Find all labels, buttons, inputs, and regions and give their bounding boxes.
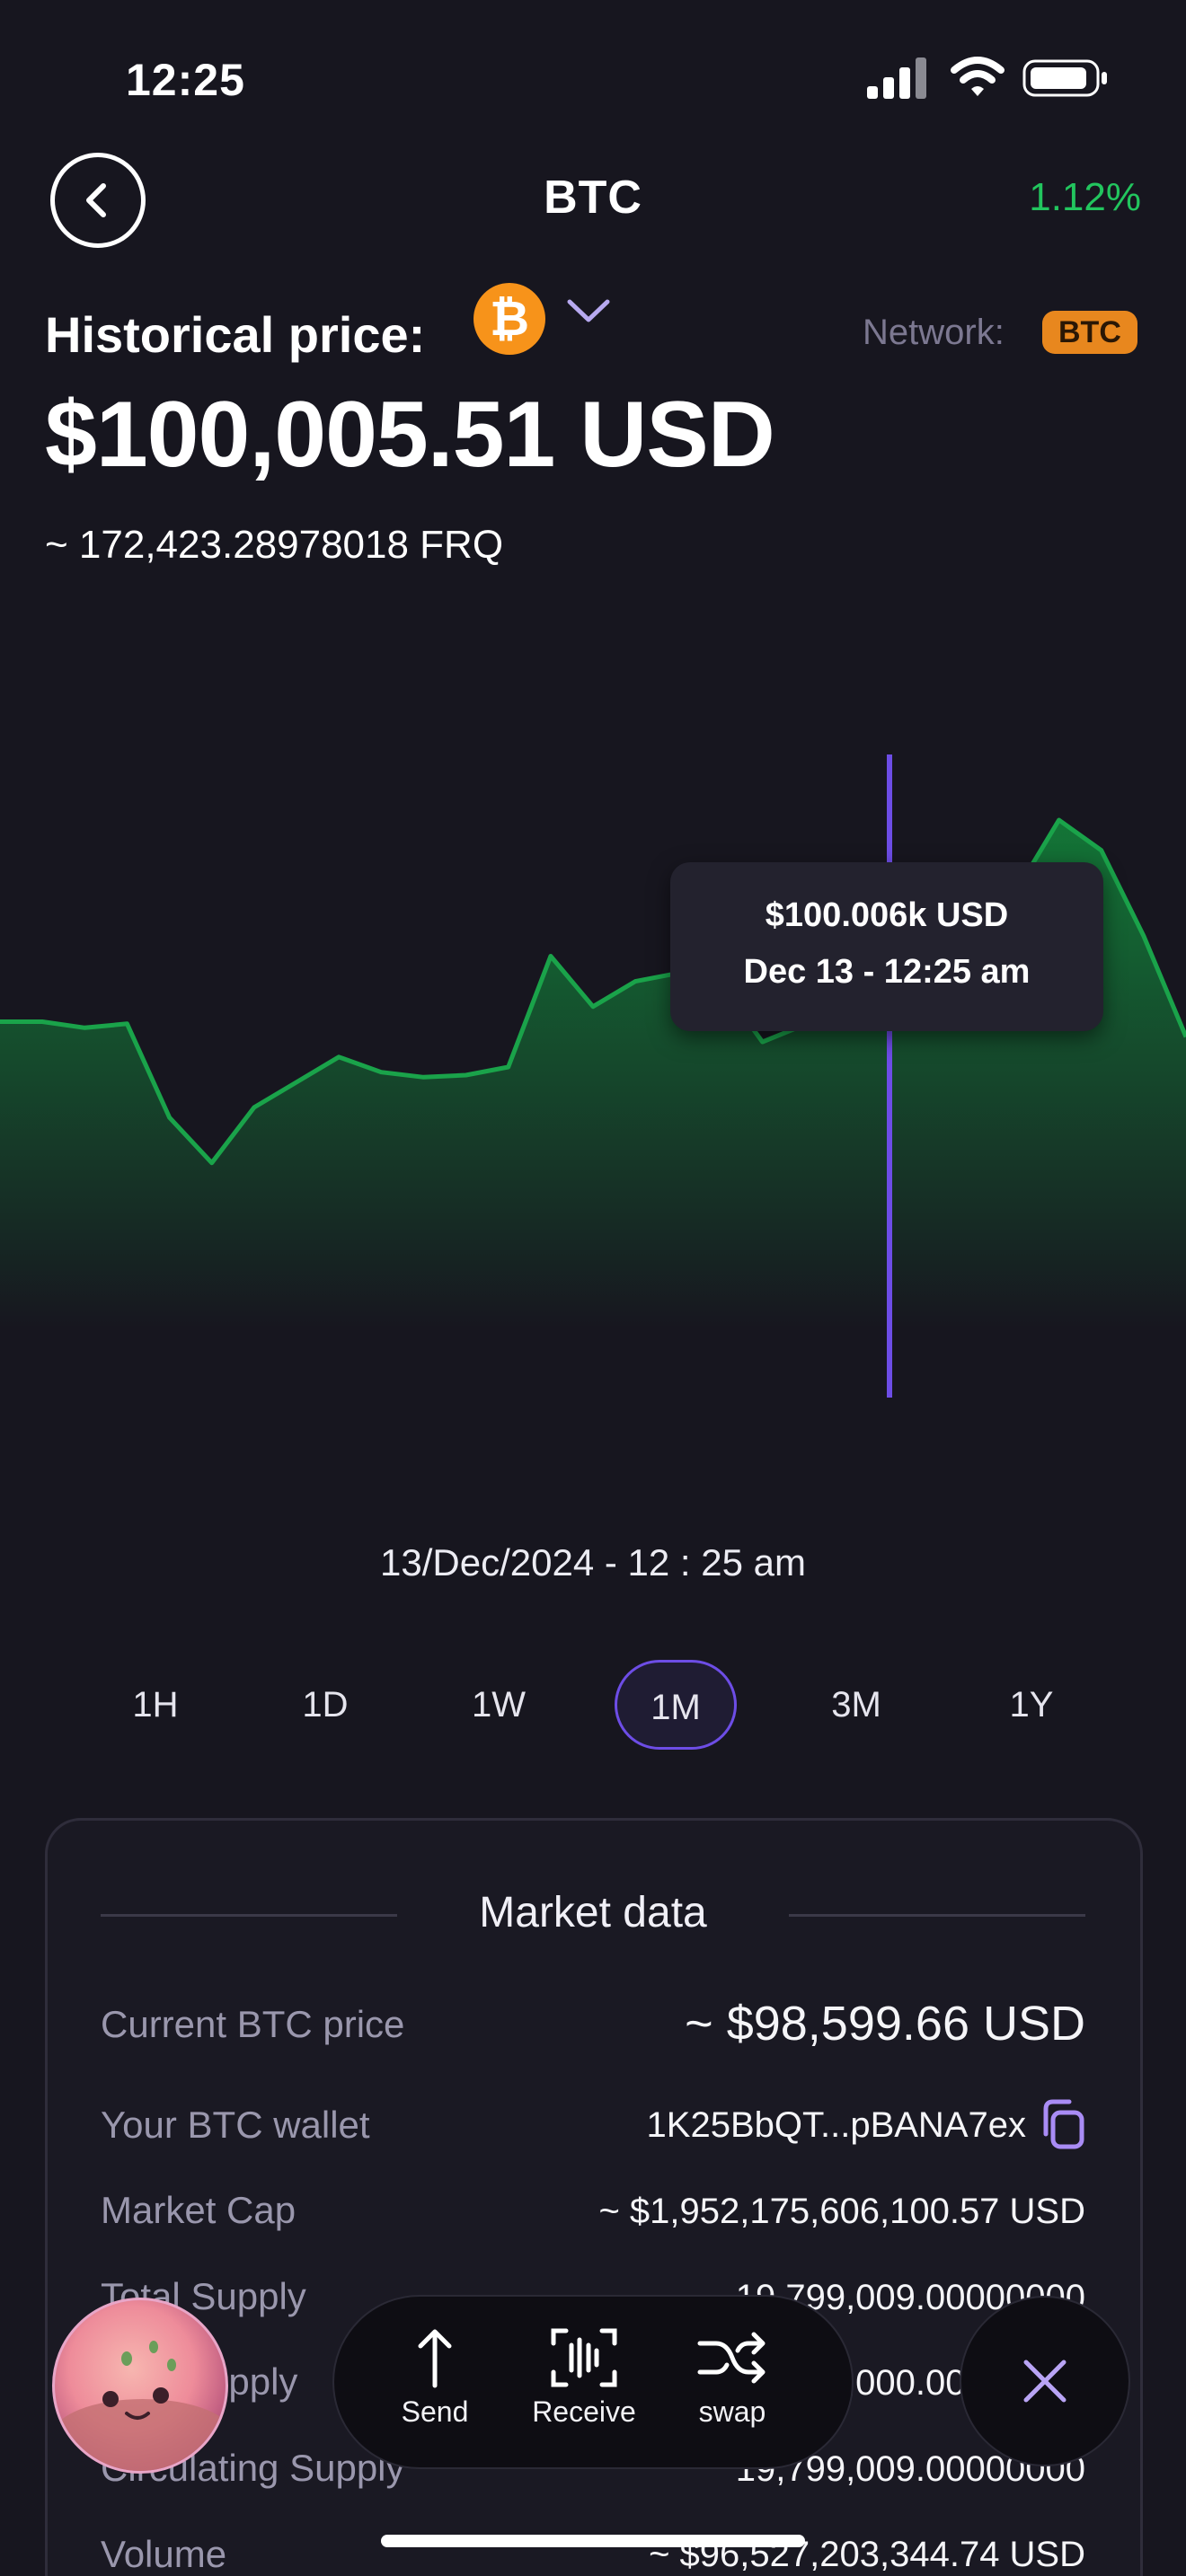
- swap-shuffle-icon: [697, 2332, 766, 2384]
- tooltip-value: $100.006k USD: [765, 896, 1009, 934]
- avatar[interactable]: [52, 2298, 228, 2474]
- selected-datetime: 13/Dec/2024 - 12 : 25 am: [380, 1541, 806, 1584]
- back-button[interactable]: [50, 153, 146, 248]
- floating-action-bar: Send Receive swap: [332, 2295, 854, 2469]
- tab-1d[interactable]: 1D: [264, 1660, 386, 1750]
- bitcoin-icon[interactable]: ₿: [474, 283, 545, 355]
- home-indicator[interactable]: [381, 2535, 805, 2547]
- converted-price: ~ 172,423.28978018 FRQ: [45, 523, 504, 567]
- wallet-address[interactable]: 1K25BbQT...pBANA7ex: [647, 2105, 1026, 2146]
- receive-scan-icon: [551, 2328, 617, 2387]
- network-badge: BTC: [1042, 311, 1137, 354]
- receive-label: Receive: [532, 2395, 636, 2428]
- tab-1m[interactable]: 1M: [615, 1660, 737, 1750]
- status-time: 12:25: [126, 55, 245, 105]
- timeframe-tabs: 1H 1D 1W 1M 3M 1Y: [63, 1660, 1123, 1750]
- market-cap-label: Market Cap: [101, 2189, 296, 2231]
- tab-1y[interactable]: 1Y: [970, 1660, 1093, 1750]
- chart-tooltip: $100.006k USD Dec 13 - 12:25 am: [670, 862, 1103, 1031]
- tab-1h[interactable]: 1H: [94, 1660, 217, 1750]
- page-title: BTC: [544, 172, 642, 224]
- close-icon: [1023, 2360, 1067, 2403]
- price-change: 1.12%: [1029, 175, 1141, 219]
- wallet-label: Your BTC wallet: [101, 2104, 370, 2146]
- send-label: Send: [401, 2395, 469, 2428]
- swap-button[interactable]: swap: [656, 2320, 809, 2429]
- market-data-title: Market data: [479, 1889, 707, 1936]
- current-price-value: ~ $98,599.66 USD: [685, 1997, 1085, 2051]
- battery-icon: [1022, 59, 1107, 97]
- tab-1w[interactable]: 1W: [438, 1660, 560, 1750]
- copy-icon[interactable]: [1039, 2098, 1087, 2150]
- avatar-face-icon: [55, 2341, 226, 2471]
- historical-price-label: Historical price:: [45, 306, 426, 363]
- tab-3m[interactable]: 3M: [795, 1660, 917, 1750]
- send-arrow-icon: [418, 2329, 452, 2388]
- back-arrow-icon: [86, 183, 106, 217]
- market-cap-value: ~ $1,952,175,606,100.57 USD: [598, 2192, 1085, 2231]
- close-button[interactable]: [960, 2296, 1130, 2466]
- chevron-down-icon[interactable]: [566, 296, 611, 327]
- network-label: Network:: [863, 313, 1005, 352]
- tooltip-time: Dec 13 - 12:25 am: [743, 953, 1031, 991]
- send-button[interactable]: Send: [358, 2320, 511, 2429]
- swap-label: swap: [698, 2395, 766, 2428]
- wifi-icon: [951, 57, 1005, 96]
- volume-label: Volume: [101, 2533, 227, 2575]
- historical-price-value: $100,005.51 USD: [45, 383, 775, 487]
- receive-button[interactable]: Receive: [508, 2320, 660, 2429]
- signal-icon: [867, 57, 926, 99]
- current-price-label: Current BTC price: [101, 2003, 405, 2045]
- price-chart[interactable]: [0, 754, 1186, 1419]
